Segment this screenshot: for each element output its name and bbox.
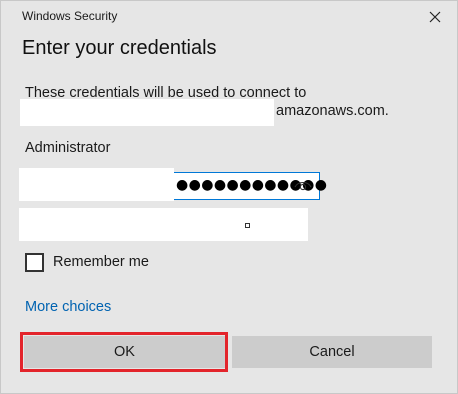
ok-button[interactable]: OK bbox=[24, 336, 225, 368]
dialog-heading: Enter your credentials bbox=[22, 37, 217, 59]
close-icon bbox=[429, 11, 441, 23]
checkbox-box[interactable] bbox=[25, 252, 44, 272]
close-button[interactable] bbox=[421, 4, 449, 30]
reveal-password-button[interactable] bbox=[292, 177, 314, 195]
credentials-dialog: Windows Security Enter your credentials … bbox=[0, 0, 458, 394]
host-suffix: amazonaws.com. bbox=[276, 103, 389, 119]
more-choices-link[interactable]: More choices bbox=[25, 299, 111, 315]
remember-me-checkbox[interactable]: Remember me bbox=[25, 251, 149, 273]
small-square-icon bbox=[245, 223, 250, 228]
window-title: Windows Security bbox=[22, 9, 118, 23]
remember-me-label: Remember me bbox=[53, 254, 149, 270]
eye-icon bbox=[294, 181, 312, 191]
redacted-input-field[interactable] bbox=[19, 208, 308, 241]
redacted-host-block bbox=[20, 99, 274, 126]
redacted-field-block bbox=[19, 168, 174, 201]
cancel-button[interactable]: Cancel bbox=[232, 336, 432, 368]
title-bar: Windows Security bbox=[1, 1, 457, 33]
password-field[interactable]: ●●●●●●●●●●●● bbox=[174, 172, 327, 200]
username-label: Administrator bbox=[25, 140, 111, 156]
